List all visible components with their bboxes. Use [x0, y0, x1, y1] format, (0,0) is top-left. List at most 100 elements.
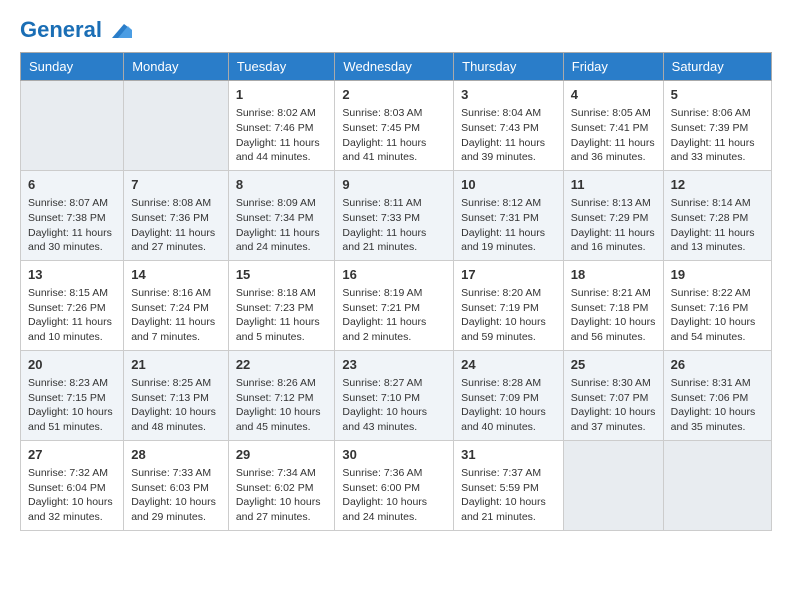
day-info: Sunrise: 8:22 AM [671, 286, 764, 301]
day-number: 26 [671, 356, 764, 374]
day-info: Daylight: 10 hours and 27 minutes. [236, 495, 328, 524]
day-info: Daylight: 10 hours and 59 minutes. [461, 315, 556, 344]
day-info: Daylight: 11 hours and 27 minutes. [131, 226, 221, 255]
day-cell: 24Sunrise: 8:28 AMSunset: 7:09 PMDayligh… [454, 350, 564, 440]
day-info: Sunset: 7:29 PM [571, 211, 656, 226]
day-cell: 29 Sunrise: 7:34 AMSunset: 6:02 PMDayligh… [228, 440, 335, 530]
day-info: Sunrise: 8:19 AM [342, 286, 446, 301]
day-number: 20 [28, 356, 116, 374]
day-info: Daylight: 11 hours and 2 minutes. [342, 315, 446, 344]
day-info: Sunrise: 7:33 AM [131, 466, 221, 481]
day-info: Daylight: 11 hours and 24 minutes. [236, 226, 328, 255]
day-info: Daylight: 11 hours and 39 minutes. [461, 136, 556, 165]
day-info: Daylight: 11 hours and 10 minutes. [28, 315, 116, 344]
day-cell: 18Sunrise: 8:21 AMSunset: 7:18 PMDayligh… [563, 260, 663, 350]
day-info: Daylight: 11 hours and 33 minutes. [671, 136, 764, 165]
day-info: Sunset: 7:10 PM [342, 391, 446, 406]
day-info: Sunrise: 8:06 AM [671, 106, 764, 121]
day-cell: 17Sunrise: 8:20 AMSunset: 7:19 PMDayligh… [454, 260, 564, 350]
day-info: Sunset: 7:38 PM [28, 211, 116, 226]
day-number: 6 [28, 176, 116, 194]
column-header-tuesday: Tuesday [228, 53, 335, 81]
day-info: Sunset: 6:02 PM [236, 481, 328, 496]
day-number: 13 [28, 266, 116, 284]
day-number: 14 [131, 266, 221, 284]
day-cell: 14Sunrise: 8:16 AMSunset: 7:24 PMDayligh… [124, 260, 229, 350]
day-info: Sunrise: 8:18 AM [236, 286, 328, 301]
day-info: Sunset: 6:04 PM [28, 481, 116, 496]
day-info: Sunrise: 8:07 AM [28, 196, 116, 211]
day-info: Daylight: 11 hours and 19 minutes. [461, 226, 556, 255]
day-info: Daylight: 10 hours and 56 minutes. [571, 315, 656, 344]
day-number: 9 [342, 176, 446, 194]
day-number: 23 [342, 356, 446, 374]
logo-icon [104, 16, 132, 44]
day-info: Daylight: 11 hours and 30 minutes. [28, 226, 116, 255]
day-info: Daylight: 10 hours and 29 minutes. [131, 495, 221, 524]
day-info: Sunset: 7:16 PM [671, 301, 764, 316]
day-number: 2 [342, 86, 446, 104]
day-number: 8 [236, 176, 328, 194]
day-info: Sunset: 7:07 PM [571, 391, 656, 406]
day-number: 25 [571, 356, 656, 374]
day-info: Daylight: 11 hours and 21 minutes. [342, 226, 446, 255]
day-info: Daylight: 10 hours and 43 minutes. [342, 405, 446, 434]
day-info: Daylight: 10 hours and 32 minutes. [28, 495, 116, 524]
day-info: Sunset: 7:18 PM [571, 301, 656, 316]
day-cell: 15Sunrise: 8:18 AMSunset: 7:23 PMDayligh… [228, 260, 335, 350]
day-cell: 22Sunrise: 8:26 AMSunset: 7:12 PMDayligh… [228, 350, 335, 440]
day-number: 10 [461, 176, 556, 194]
day-info: Daylight: 11 hours and 41 minutes. [342, 136, 446, 165]
day-cell: 20Sunrise: 8:23 AMSunset: 7:15 PMDayligh… [21, 350, 124, 440]
day-info: Sunset: 7:31 PM [461, 211, 556, 226]
day-info: Sunset: 7:12 PM [236, 391, 328, 406]
day-info: Daylight: 10 hours and 51 minutes. [28, 405, 116, 434]
day-cell: 9Sunrise: 8:11 AMSunset: 7:33 PMDaylight… [335, 170, 454, 260]
column-header-wednesday: Wednesday [335, 53, 454, 81]
day-cell: 1Sunrise: 8:02 AMSunset: 7:46 PMDaylight… [228, 81, 335, 171]
day-info: Sunrise: 7:34 AM [236, 466, 328, 481]
day-info: Sunset: 7:28 PM [671, 211, 764, 226]
day-info: Sunset: 6:03 PM [131, 481, 221, 496]
day-info: Daylight: 11 hours and 44 minutes. [236, 136, 328, 165]
day-cell: 31Sunrise: 7:37 AMSunset: 5:59 PMDayligh… [454, 440, 564, 530]
week-row-5: 27Sunrise: 7:32 AMSunset: 6:04 PMDayligh… [21, 440, 772, 530]
day-number: 29 [236, 446, 328, 464]
day-info: Sunrise: 8:09 AM [236, 196, 328, 211]
day-cell: 2Sunrise: 8:03 AMSunset: 7:45 PMDaylight… [335, 81, 454, 171]
day-number: 19 [671, 266, 764, 284]
day-info: Sunrise: 8:15 AM [28, 286, 116, 301]
logo-text: General [20, 18, 102, 42]
day-info: Sunrise: 8:13 AM [571, 196, 656, 211]
day-number: 11 [571, 176, 656, 194]
day-info: Sunset: 7:45 PM [342, 121, 446, 136]
day-cell: 4Sunrise: 8:05 AMSunset: 7:41 PMDaylight… [563, 81, 663, 171]
day-cell: 12Sunrise: 8:14 AMSunset: 7:28 PMDayligh… [663, 170, 771, 260]
day-cell [663, 440, 771, 530]
day-info: Daylight: 10 hours and 40 minutes. [461, 405, 556, 434]
day-cell: 11Sunrise: 8:13 AMSunset: 7:29 PMDayligh… [563, 170, 663, 260]
day-number: 31 [461, 446, 556, 464]
day-cell: 10Sunrise: 8:12 AMSunset: 7:31 PMDayligh… [454, 170, 564, 260]
day-cell: 7Sunrise: 8:08 AMSunset: 7:36 PMDaylight… [124, 170, 229, 260]
day-number: 3 [461, 86, 556, 104]
day-info: Sunset: 7:26 PM [28, 301, 116, 316]
day-cell: 21Sunrise: 8:25 AMSunset: 7:13 PMDayligh… [124, 350, 229, 440]
day-number: 4 [571, 86, 656, 104]
day-info: Daylight: 11 hours and 5 minutes. [236, 315, 328, 344]
day-info: Sunset: 5:59 PM [461, 481, 556, 496]
day-number: 18 [571, 266, 656, 284]
day-number: 5 [671, 86, 764, 104]
day-number: 21 [131, 356, 221, 374]
day-info: Sunrise: 8:08 AM [131, 196, 221, 211]
day-info: Sunset: 7:41 PM [571, 121, 656, 136]
day-info: Sunset: 7:39 PM [671, 121, 764, 136]
day-info: Sunrise: 7:37 AM [461, 466, 556, 481]
day-info: Sunrise: 8:27 AM [342, 376, 446, 391]
day-cell [124, 81, 229, 171]
day-info: Daylight: 11 hours and 7 minutes. [131, 315, 221, 344]
day-number: 16 [342, 266, 446, 284]
day-number: 1 [236, 86, 328, 104]
day-cell: 30Sunrise: 7:36 AMSunset: 6:00 PMDayligh… [335, 440, 454, 530]
day-info: Daylight: 10 hours and 35 minutes. [671, 405, 764, 434]
